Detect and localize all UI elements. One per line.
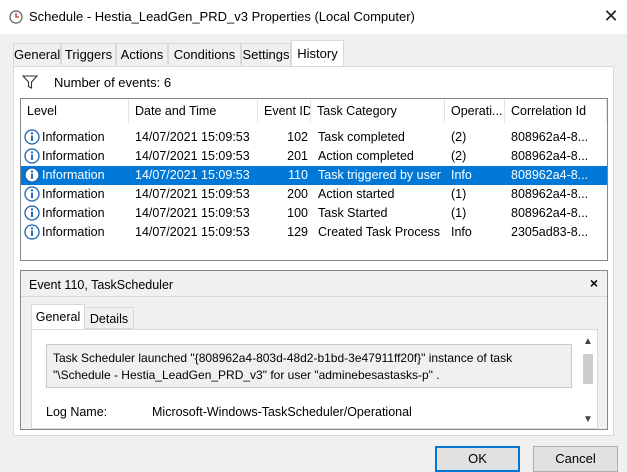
cell-level: Information: [42, 168, 105, 182]
cell-opcode: Info: [451, 168, 472, 182]
cell-date-time: 14/07/2021 15:09:53: [135, 149, 250, 163]
table-row[interactable]: Information 14/07/2021 15:09:53 100 Task…: [21, 204, 607, 223]
cell-level: Information: [42, 130, 105, 144]
information-icon: [24, 129, 40, 145]
column-header-level[interactable]: Level: [21, 99, 129, 123]
cell-opcode: (2): [451, 130, 467, 144]
column-header-row: Level Date and Time Event ID Task Catego…: [21, 99, 607, 123]
column-header-task-category[interactable]: Task Category: [311, 99, 445, 123]
cell-level: Information: [42, 206, 105, 220]
cell-event-id: 100: [287, 206, 308, 220]
information-icon: [24, 224, 40, 240]
log-name-value[interactable]: Microsoft-Windows-TaskScheduler/Operatio…: [152, 405, 412, 419]
cell-task-category: Task completed: [318, 130, 405, 144]
cell-event-id: 201: [287, 149, 308, 163]
event-message[interactable]: Task Scheduler launched "{808962a4-803d-…: [46, 344, 572, 388]
detail-divider: [21, 296, 607, 297]
cell-event-id: 129: [287, 225, 308, 239]
cell-date-time: 14/07/2021 15:09:53: [135, 168, 250, 182]
tab-triggers[interactable]: Triggers: [61, 43, 116, 65]
information-icon: [24, 167, 40, 183]
table-row-selected[interactable]: Information 14/07/2021 15:09:53 110 Task…: [21, 166, 607, 185]
cell-task-category: Task triggered by user: [318, 168, 441, 182]
detail-tab-details[interactable]: Details: [84, 307, 134, 329]
event-count: Number of events: 6: [54, 75, 172, 90]
column-header-event-id[interactable]: Event ID: [258, 99, 311, 123]
cell-correlation-id: 808962a4-8...: [511, 130, 589, 144]
information-icon: [24, 186, 40, 202]
tab-actions[interactable]: Actions: [116, 43, 168, 65]
title-bar: Schedule - Hestia_LeadGen_PRD_v3 Propert…: [0, 0, 627, 34]
table-row[interactable]: Information 14/07/2021 15:09:53 102 Task…: [21, 128, 607, 147]
event-list[interactable]: Level Date and Time Event ID Task Catego…: [20, 98, 608, 261]
close-detail-button[interactable]: ×: [585, 274, 603, 292]
cell-correlation-id: 808962a4-8...: [511, 187, 589, 201]
filter-icon[interactable]: [22, 75, 38, 89]
column-header-date-time[interactable]: Date and Time: [129, 99, 258, 123]
close-window-button[interactable]: ✕: [598, 4, 624, 28]
cell-date-time: 14/07/2021 15:09:53: [135, 206, 250, 220]
tab-general[interactable]: General: [13, 43, 61, 65]
cell-event-id: 110: [288, 168, 308, 182]
scroll-down-icon[interactable]: ▼: [580, 412, 596, 428]
cancel-button[interactable]: Cancel: [533, 446, 618, 472]
information-icon: [24, 205, 40, 221]
column-header-opcode[interactable]: Operati...: [445, 99, 505, 123]
cell-correlation-id: 808962a4-8...: [511, 149, 589, 163]
cell-event-id: 102: [287, 130, 308, 144]
cell-event-id: 200: [287, 187, 308, 201]
scroll-up-icon[interactable]: ▲: [580, 334, 596, 350]
tab-history[interactable]: History: [291, 40, 344, 66]
column-header-correlation-id[interactable]: Correlation Id: [505, 99, 607, 123]
cell-opcode: (1): [451, 206, 467, 220]
history-panel: Number of events: 6 Level Date and Time …: [13, 66, 614, 436]
detail-scrollbar[interactable]: ▲ ▼: [580, 334, 596, 428]
event-detail-panel: Event 110, TaskScheduler × General Detai…: [20, 270, 608, 430]
cell-date-time: 14/07/2021 15:09:53: [135, 130, 250, 144]
cell-task-category: Task Started: [318, 206, 388, 220]
cell-date-time: 14/07/2021 15:09:53: [135, 187, 250, 201]
cell-task-category: Action completed: [318, 149, 414, 163]
cell-opcode: Info: [451, 225, 472, 239]
tab-settings[interactable]: Settings: [241, 43, 291, 65]
scroll-thumb[interactable]: [583, 354, 593, 384]
table-row[interactable]: Information 14/07/2021 15:09:53 201 Acti…: [21, 147, 607, 166]
cell-date-time: 14/07/2021 15:09:53: [135, 225, 250, 239]
log-name-label: Log Name:: [46, 405, 108, 419]
window-title: Schedule - Hestia_LeadGen_PRD_v3 Propert…: [29, 9, 415, 24]
event-detail-title: Event 110, TaskScheduler: [29, 278, 174, 292]
cell-opcode: (2): [451, 149, 467, 163]
detail-tab-general[interactable]: General: [31, 304, 85, 329]
tab-conditions[interactable]: Conditions: [168, 43, 241, 65]
ok-button[interactable]: OK: [435, 446, 520, 472]
cell-level: Information: [42, 225, 105, 239]
cell-level: Information: [42, 149, 105, 163]
cell-level: Information: [42, 187, 105, 201]
cell-correlation-id: 2305ad83-8...: [511, 225, 589, 239]
detail-general-body: Task Scheduler launched "{808962a4-803d-…: [31, 329, 598, 429]
cell-opcode: (1): [451, 187, 467, 201]
clock-icon: [9, 10, 23, 24]
table-row[interactable]: Information 14/07/2021 15:09:53 129 Crea…: [21, 223, 607, 242]
cell-correlation-id: 808962a4-8...: [511, 206, 589, 220]
cell-task-category: Action started: [318, 187, 395, 201]
information-icon: [24, 148, 40, 164]
cell-task-category: Created Task Process: [318, 225, 441, 239]
cell-correlation-id: 808962a4-8...: [511, 168, 589, 182]
table-row[interactable]: Information 14/07/2021 15:09:53 200 Acti…: [21, 185, 607, 204]
